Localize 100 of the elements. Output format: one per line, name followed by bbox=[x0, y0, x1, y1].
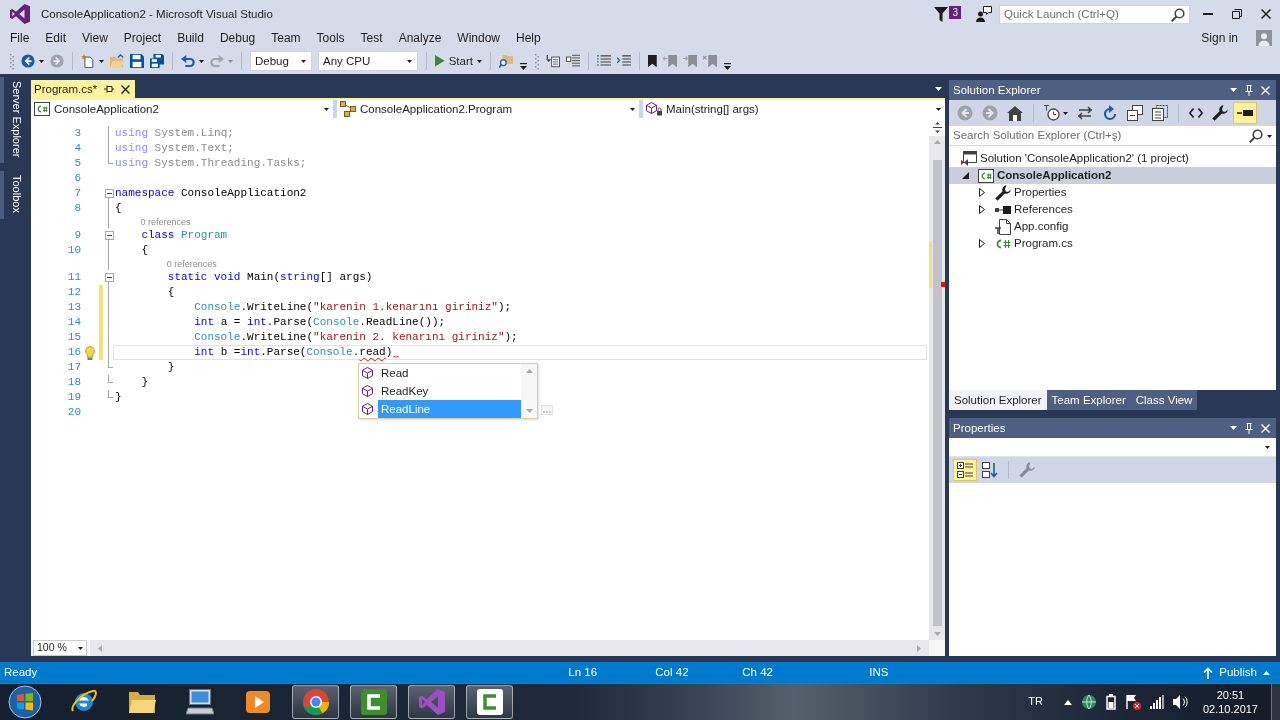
publish-button[interactable]: Publish bbox=[1201, 665, 1272, 680]
show-desktop-button[interactable] bbox=[1271, 684, 1280, 720]
preview-icon bbox=[1237, 109, 1253, 117]
pin-icon[interactable] bbox=[104, 85, 115, 93]
taskbar-button[interactable] bbox=[408, 685, 455, 719]
completion-item[interactable]: ReadKey bbox=[378, 382, 521, 400]
menu-item[interactable]: Debug bbox=[211, 30, 264, 46]
menu-item[interactable]: Help bbox=[508, 30, 549, 46]
codelens-text[interactable]: 0 references bbox=[166, 258, 217, 270]
tree-item[interactable]: Program.cs bbox=[949, 235, 1276, 252]
overflow-icon[interactable] bbox=[519, 63, 527, 70]
user-avatar-icon[interactable] bbox=[1256, 30, 1272, 46]
collapsed-arrow-icon[interactable] bbox=[979, 205, 985, 214]
close-icon[interactable] bbox=[121, 84, 131, 94]
panel-tab[interactable]: Class View bbox=[1130, 390, 1198, 410]
menu-item[interactable]: Project bbox=[115, 30, 170, 46]
completion-scrollbar[interactable] bbox=[521, 364, 537, 418]
person-bubble-icon[interactable] bbox=[976, 6, 992, 22]
clock[interactable]: 20:51 02.10.2017 bbox=[1202, 688, 1258, 716]
filter-icon[interactable] bbox=[934, 6, 949, 22]
zoom-dropdown[interactable]: 100 % bbox=[33, 640, 87, 656]
taskbar-button[interactable] bbox=[292, 685, 339, 719]
menu-item[interactable]: Test bbox=[352, 30, 391, 46]
status-text: Ready bbox=[4, 666, 38, 679]
codelens-text[interactable]: 0 references bbox=[140, 216, 191, 228]
language-indicator[interactable]: TR bbox=[1028, 695, 1043, 709]
grip-icon[interactable] bbox=[534, 52, 539, 70]
line-number: 16 bbox=[67, 346, 81, 358]
caret-up-icon[interactable] bbox=[1063, 699, 1072, 705]
search-icon bbox=[1171, 7, 1185, 22]
collapsed-arrow-icon[interactable] bbox=[979, 239, 985, 248]
back-icon bbox=[957, 105, 973, 121]
collapse-icon[interactable] bbox=[104, 231, 114, 240]
expanded-arrow-icon[interactable] bbox=[962, 172, 969, 179]
sort-icon bbox=[982, 462, 998, 478]
menu-item[interactable]: Team bbox=[263, 30, 309, 46]
menu-item[interactable]: View bbox=[74, 30, 116, 46]
toolbar-button[interactable] bbox=[953, 459, 977, 481]
toolbar-button[interactable] bbox=[1233, 102, 1257, 124]
menu-item[interactable]: Tools bbox=[308, 30, 353, 46]
tree-item[interactable]: ConsoleApplication2 bbox=[949, 167, 1276, 184]
lightbulb-icon[interactable] bbox=[85, 345, 95, 360]
member-dropdown[interactable]: Main(string[] args) bbox=[643, 100, 945, 118]
caret-icon[interactable] bbox=[1230, 426, 1237, 430]
start-icon[interactable] bbox=[8, 685, 42, 719]
menu-item[interactable]: File bbox=[2, 30, 38, 46]
caret-icon[interactable] bbox=[1230, 88, 1237, 92]
quick-launch-field[interactable]: Quick Launch (Ctrl+Q) bbox=[999, 4, 1190, 24]
collapse-icon[interactable] bbox=[104, 189, 114, 198]
bookmark-icon bbox=[647, 54, 657, 68]
grip-icon[interactable] bbox=[10, 52, 14, 70]
tree-item[interactable]: Properties bbox=[949, 184, 1276, 201]
caret-icon bbox=[1265, 445, 1270, 449]
signal-icon[interactable] bbox=[1149, 695, 1164, 709]
panel-tab[interactable]: Solution Explorer bbox=[949, 390, 1047, 410]
clock-icon bbox=[1044, 105, 1060, 121]
caret-icon bbox=[324, 107, 329, 111]
tree-item[interactable]: App.config bbox=[949, 218, 1276, 235]
start-button[interactable]: Start bbox=[432, 50, 485, 72]
menu-item[interactable]: Window bbox=[449, 30, 508, 46]
code-file-icon bbox=[995, 237, 1011, 250]
project-dropdown[interactable]: ConsoleApplication2 bbox=[31, 100, 333, 118]
side-tab[interactable]: Toolbox bbox=[0, 171, 26, 220]
speaker-icon[interactable] bbox=[1172, 694, 1188, 710]
tree-item[interactable]: References bbox=[949, 201, 1276, 218]
taskbar-button[interactable] bbox=[466, 685, 513, 719]
code-line: Console.WriteLine("karenin 1.kenarını giriniz"); bbox=[194, 301, 512, 314]
horizontal-scrollbar[interactable] bbox=[90, 640, 929, 656]
menu-item[interactable]: Edit bbox=[37, 30, 75, 46]
computer-icon[interactable] bbox=[185, 689, 214, 715]
scroll-thumb[interactable] bbox=[932, 160, 942, 626]
dropdown[interactable]: Any CPU bbox=[318, 51, 418, 71]
play-icon[interactable] bbox=[245, 691, 270, 713]
class-dropdown[interactable]: ConsoleApplication2.Program bbox=[337, 100, 639, 118]
cube-icon bbox=[362, 403, 373, 415]
completion-item[interactable]: Read bbox=[378, 364, 521, 382]
collapsed-arrow-icon[interactable] bbox=[979, 188, 985, 197]
side-tab[interactable]: Server Explorer bbox=[0, 77, 26, 164]
flag-icon[interactable] bbox=[1124, 694, 1141, 710]
overflow-icon[interactable] bbox=[723, 63, 731, 70]
cube-icon bbox=[362, 367, 373, 379]
splitter-icon[interactable] bbox=[932, 122, 942, 133]
taskbar-button[interactable] bbox=[350, 685, 397, 719]
battery-icon[interactable] bbox=[1105, 694, 1116, 710]
panel-title: Properties bbox=[953, 420, 1007, 436]
collapse-icon[interactable] bbox=[104, 273, 114, 282]
folder-icon[interactable] bbox=[127, 690, 156, 714]
menu-item[interactable]: Build bbox=[169, 30, 212, 46]
caret-icon bbox=[476, 59, 482, 63]
globe-icon[interactable] bbox=[1080, 694, 1097, 710]
change-marker-icon bbox=[929, 241, 932, 288]
panel-tab[interactable]: Team Explorer bbox=[1046, 390, 1131, 410]
caret-icon[interactable] bbox=[935, 87, 942, 91]
sign-in-link[interactable]: Sign in bbox=[1201, 30, 1238, 46]
caret-icon bbox=[301, 59, 306, 63]
menu-item[interactable]: Analyze bbox=[390, 30, 450, 46]
document-tab[interactable]: Program.cs* bbox=[31, 80, 136, 98]
dropdown[interactable]: Debug bbox=[250, 51, 312, 71]
tree-item[interactable]: Solution 'ConsoleApplication2' (1 project) bbox=[949, 150, 1276, 167]
vertical-scrollbar[interactable] bbox=[929, 136, 945, 640]
